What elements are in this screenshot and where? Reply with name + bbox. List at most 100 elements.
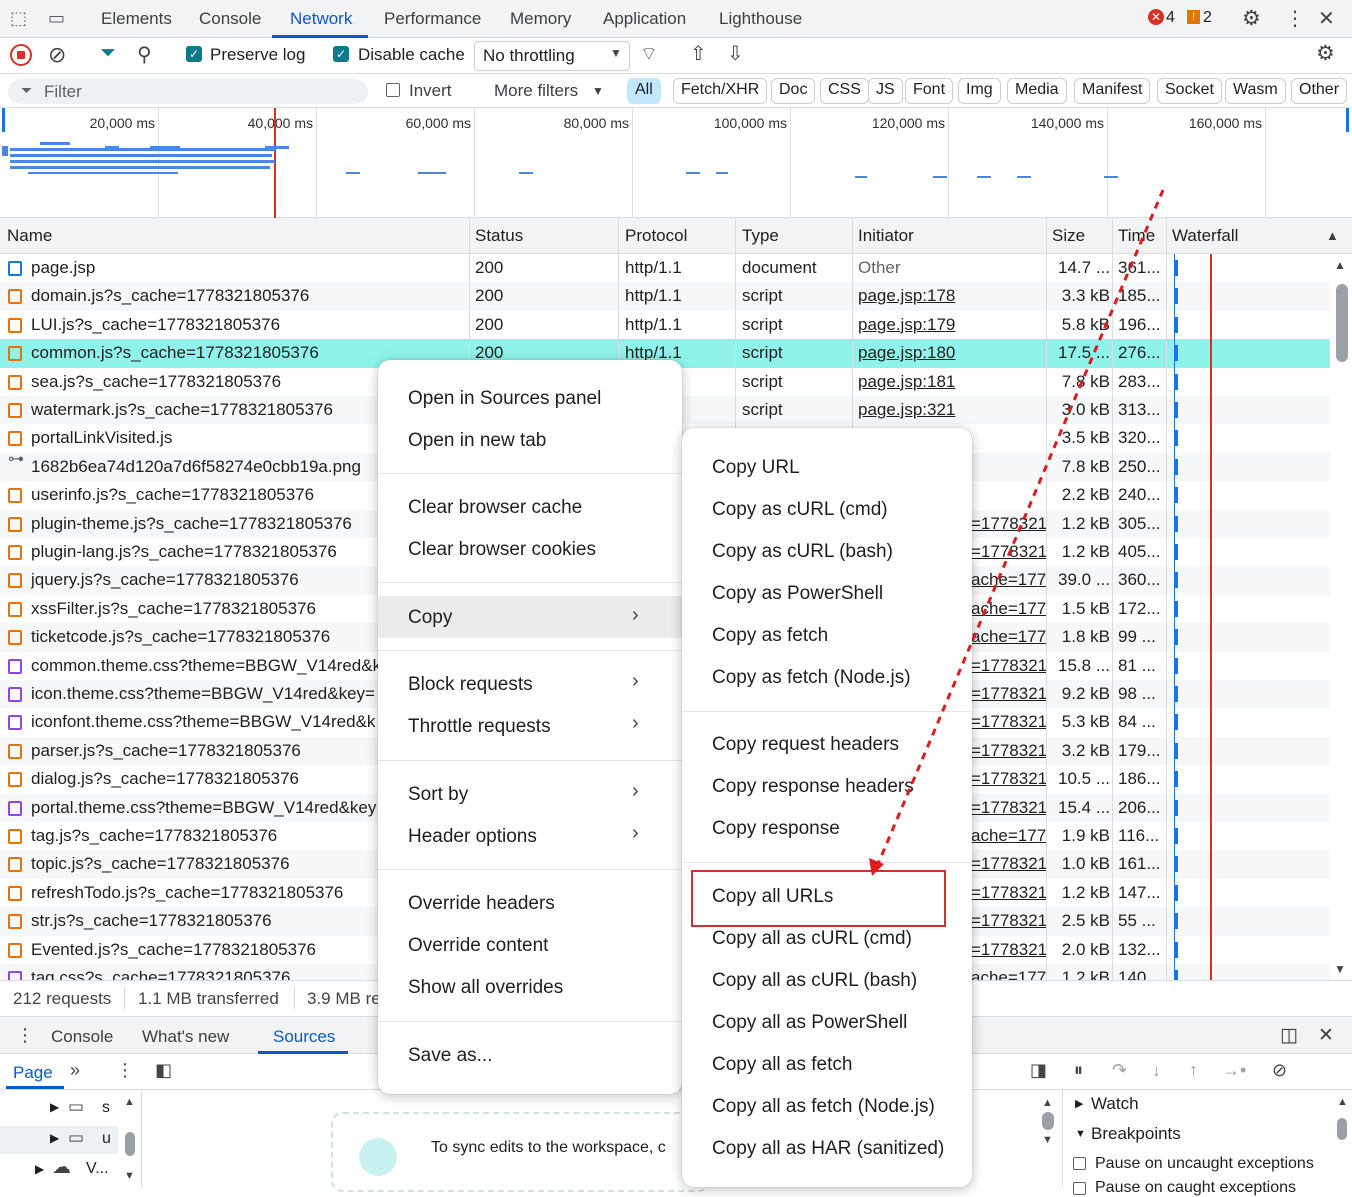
tab-memory[interactable]: Memory [510, 9, 571, 29]
scroll-down-icon[interactable]: ▼ [124, 1170, 135, 1182]
collapse-arrow-icon[interactable]: ▼ [1075, 1128, 1086, 1140]
navigator-scrollbar[interactable] [125, 1132, 135, 1156]
network-conditions-icon[interactable]: ⌔ [640, 42, 658, 66]
chip-other[interactable]: Other [1291, 78, 1348, 104]
cell-initiator[interactable]: =1778321 [971, 712, 1046, 732]
tree-item-label[interactable]: u [102, 1130, 111, 1148]
menu-throttle-requests[interactable]: Throttle requests [408, 716, 551, 738]
table-row[interactable]: page.jsp 200 http/1.1 document Other 14.7 ...… [0, 254, 1330, 282]
drawer-tab-whats-new[interactable]: What's new [142, 1027, 229, 1047]
workspace-dropzone[interactable]: To sync edits to the workspace, c [331, 1112, 711, 1192]
scroll-down-icon[interactable]: ▼ [1334, 962, 1346, 976]
tab-network[interactable]: Network [290, 9, 352, 29]
cell-initiator[interactable]: ache=177 [971, 599, 1046, 619]
toggle-debugger-icon[interactable]: ◨ [1030, 1060, 1047, 1081]
search-icon[interactable]: ⚲ [137, 42, 152, 67]
chip-fetch-xhr[interactable]: Fetch/XHR [673, 78, 768, 104]
chip-wasm[interactable]: Wasm [1225, 78, 1286, 104]
cell-initiator[interactable]: ache=177 [971, 627, 1046, 647]
menu-copy-as-curl-bash[interactable]: Copy as cURL (bash) [712, 541, 893, 563]
chip-manifest[interactable]: Manifest [1074, 78, 1151, 104]
error-icon[interactable]: ✕ [1148, 9, 1164, 25]
menu-copy-as-powershell[interactable]: Copy as PowerShell [712, 583, 883, 605]
more-options-icon[interactable]: ⋮ [1285, 6, 1305, 31]
tree-item-selected[interactable]: ▶ ▭ u [0, 1126, 118, 1154]
close-devtools-icon[interactable]: ✕ [1318, 6, 1335, 31]
toggle-navigator-icon[interactable]: ◧ [155, 1060, 172, 1081]
sources-menu-icon[interactable]: ⋮ [116, 1060, 134, 1081]
expand-arrow-icon[interactable]: ▶ [50, 1100, 59, 1114]
menu-copy-all-as-powershell[interactable]: Copy all as PowerShell [712, 1012, 907, 1034]
menu-copy-as-curl-cmd[interactable]: Copy as cURL (cmd) [712, 499, 888, 521]
menu-clear-browser-cookies[interactable]: Clear browser cookies [408, 539, 596, 561]
menu-copy-request-headers[interactable]: Copy request headers [712, 734, 899, 756]
more-filters-button[interactable]: More filters [494, 81, 578, 101]
import-har-icon[interactable]: ⇧ [690, 41, 707, 66]
column-header-time[interactable]: Time [1118, 226, 1155, 246]
network-overview[interactable]: 20,000 ms 40,000 ms 60,000 ms 80,000 ms … [0, 108, 1352, 218]
menu-copy-response[interactable]: Copy response [712, 818, 840, 840]
table-row[interactable]: LUI.js?s_cache=1778321805376 200 http/1.1 s… [0, 311, 1330, 339]
chip-doc[interactable]: Doc [771, 78, 816, 104]
menu-copy-url[interactable]: Copy URL [712, 457, 800, 479]
tab-application[interactable]: Application [603, 9, 686, 29]
network-settings-icon[interactable]: ⚙ [1316, 41, 1335, 66]
column-header-size[interactable]: Size [1052, 226, 1085, 246]
menu-copy-response-headers[interactable]: Copy response headers [712, 776, 914, 798]
cell-initiator[interactable]: =1778321 [971, 911, 1046, 931]
tab-elements[interactable]: Elements [101, 9, 172, 29]
filter-input[interactable]: ⏷ Filter [8, 79, 368, 104]
step-into-icon[interactable]: ↓ [1152, 1060, 1161, 1081]
chip-css[interactable]: CSS [820, 78, 869, 104]
step-over-icon[interactable]: ↷ [1112, 1060, 1127, 1081]
cell-initiator[interactable]: =1778321 [971, 798, 1046, 818]
scroll-up-icon[interactable]: ▲ [1042, 1097, 1053, 1109]
cell-initiator[interactable]: =1778321 [971, 741, 1046, 761]
cell-initiator[interactable]: page.jsp:181 [858, 372, 1044, 392]
watch-section[interactable]: Watch [1091, 1094, 1139, 1114]
menu-override-content[interactable]: Override content [408, 935, 548, 957]
scroll-up-icon[interactable]: ▲ [124, 1096, 135, 1108]
cell-initiator[interactable]: =1778321 [971, 656, 1046, 676]
tab-console[interactable]: Console [199, 9, 261, 29]
tree-item-label[interactable]: V... [86, 1160, 109, 1178]
drawer-tab-sources[interactable]: Sources [273, 1027, 335, 1047]
chip-all[interactable]: All [627, 78, 661, 104]
device-toolbar-icon[interactable]: ▭ [48, 8, 65, 29]
throttling-select[interactable]: No throttling ▼ [474, 41, 630, 71]
menu-copy-all-as-fetch-node[interactable]: Copy all as fetch (Node.js) [712, 1096, 935, 1118]
scroll-down-icon[interactable]: ▼ [1042, 1134, 1053, 1146]
column-header-type[interactable]: Type [742, 226, 779, 246]
cell-initiator[interactable]: ache=177 [971, 570, 1046, 590]
invert-checkbox[interactable] [386, 83, 400, 97]
cell-name[interactable]: LUI.js?s_cache=1778321805376 [31, 315, 467, 335]
menu-header-options[interactable]: Header options [408, 826, 537, 848]
cell-initiator[interactable]: =1778321 [971, 769, 1046, 789]
column-header-waterfall[interactable]: Waterfall [1172, 226, 1238, 246]
menu-open-in-new-tab[interactable]: Open in new tab [408, 430, 546, 452]
drawer-menu-icon[interactable]: ⋮ [16, 1025, 34, 1046]
menu-override-headers[interactable]: Override headers [408, 893, 555, 915]
cell-initiator[interactable]: page.jsp:178 [858, 286, 1044, 306]
menu-show-all-overrides[interactable]: Show all overrides [408, 977, 563, 999]
cell-initiator[interactable]: =1778321 [971, 542, 1046, 562]
chip-js[interactable]: JS [868, 78, 903, 104]
column-header-name[interactable]: Name [7, 226, 52, 246]
step-out-icon[interactable]: ↑ [1189, 1060, 1198, 1081]
cell-initiator[interactable]: ache=177 [971, 826, 1046, 846]
menu-copy-all-as-fetch[interactable]: Copy all as fetch [712, 1054, 852, 1076]
sidebar-scrollbar[interactable] [1337, 1118, 1347, 1140]
menu-clear-browser-cache[interactable]: Clear browser cache [408, 497, 582, 519]
step-icon[interactable]: →• [1222, 1060, 1246, 1081]
chip-font[interactable]: Font [905, 78, 954, 104]
cell-initiator[interactable]: page.jsp:179 [858, 315, 1044, 335]
warning-count[interactable]: 2 [1203, 9, 1212, 27]
pause-icon[interactable]: ⏸ [1074, 1060, 1083, 1081]
menu-open-in-sources[interactable]: Open in Sources panel [408, 388, 601, 410]
cell-initiator[interactable]: =1778321 [971, 940, 1046, 960]
cell-initiator[interactable]: =1778321 [971, 854, 1046, 874]
menu-copy-as-fetch-node[interactable]: Copy as fetch (Node.js) [712, 667, 911, 689]
settings-gear-icon[interactable]: ⚙ [1242, 6, 1261, 31]
cell-initiator[interactable]: page.jsp:321 [858, 400, 1044, 420]
sources-page-tab[interactable]: Page [13, 1063, 53, 1083]
